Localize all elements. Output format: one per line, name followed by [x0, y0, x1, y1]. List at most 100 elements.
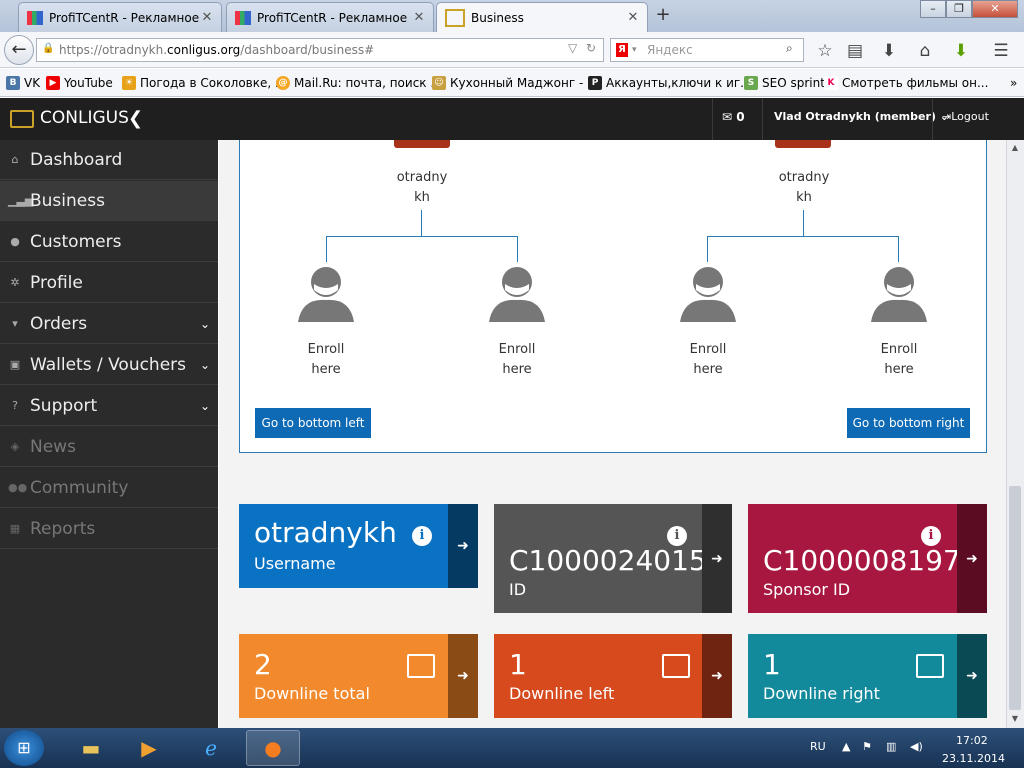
reload-icon[interactable]: ↻	[586, 41, 596, 55]
arrow-right-icon[interactable]: ➜	[448, 634, 478, 718]
language-indicator[interactable]: RU	[810, 740, 826, 753]
back-arrow-icon[interactable]: ←	[4, 35, 34, 65]
chevron-down-icon: ⌄	[199, 357, 210, 372]
maximize-window-icon[interactable]: ❐	[946, 0, 972, 18]
sidebar-item-wallets[interactable]: ▣ Wallets / Vouchers ⌄	[0, 345, 218, 385]
user-silhouette-icon[interactable]	[298, 262, 354, 322]
sidebar-item-orders[interactable]: ▾ Orders ⌄	[0, 304, 218, 344]
bookmark-mailru[interactable]: @ Mail.Ru: почта, поиск ...	[276, 74, 442, 92]
brand-name[interactable]: CONLIGUS	[40, 108, 129, 128]
bookmark-movies[interactable]: K Смотреть фильмы он...	[824, 74, 988, 92]
sidebar-item-profile[interactable]: ✲ Profile	[0, 263, 218, 303]
sponsor-id-label: Sponsor ID	[763, 580, 851, 599]
start-button[interactable]: ⊞	[4, 730, 44, 766]
browser-tab-1[interactable]: ProfiTCentR - Рекламное ... ✕	[18, 2, 222, 32]
download-helper-icon[interactable]: ⬇	[950, 40, 972, 62]
bookmark-mahjong[interactable]: ☺ Кухонный Маджонг - ...	[432, 74, 599, 92]
new-tab-icon[interactable]: +	[654, 6, 672, 24]
clock-time[interactable]: 17:02	[956, 734, 988, 747]
user-silhouette-icon[interactable]	[680, 262, 736, 322]
enroll-label[interactable]: Enroll here	[286, 340, 366, 380]
go-bottom-left-button[interactable]: Go to bottom left	[255, 408, 371, 438]
bar-chart-icon	[407, 654, 435, 678]
arrow-right-icon[interactable]: ➜	[702, 634, 732, 718]
logout-button[interactable]: ⇥Logout	[942, 110, 989, 123]
arrow-right-icon[interactable]: ➜	[957, 504, 987, 613]
tab-title: Business	[471, 10, 524, 25]
info-icon[interactable]: i	[667, 526, 687, 546]
movies-icon: K	[824, 76, 838, 90]
bookmarks-list-icon[interactable]: ▤	[844, 40, 866, 62]
sidebar-item-label: Business	[30, 190, 105, 211]
scrollbar-thumb[interactable]	[1009, 486, 1021, 710]
show-hidden-icons-icon[interactable]: ▲	[842, 740, 850, 753]
search-input[interactable]: Яндекс	[610, 38, 804, 62]
close-window-icon[interactable]: ✕	[972, 0, 1018, 18]
enroll-label[interactable]: Enroll here	[668, 340, 748, 380]
close-tab-icon[interactable]: ✕	[411, 10, 427, 25]
bookmark-weather[interactable]: ☀ Погода в Соколовке, ...	[122, 74, 286, 92]
enroll-label[interactable]: Enroll here	[477, 340, 557, 380]
messages-button[interactable]: ✉ 0	[722, 110, 745, 124]
go-bottom-right-button[interactable]: Go to bottom right	[847, 408, 970, 438]
username-tile[interactable]: otradnykh Username i ➜	[239, 504, 478, 588]
user-silhouette-icon[interactable]	[489, 262, 545, 322]
explorer-icon[interactable]: ▬	[64, 730, 118, 766]
sponsor-id-tile[interactable]: C10000081974 Sponsor ID i ➜	[748, 504, 987, 613]
arrow-right-icon[interactable]: ➜	[702, 504, 732, 613]
url-bar[interactable]: https://otradnykh.conligus.org/dashboard…	[36, 38, 604, 62]
downline-left-tile[interactable]: 1 Downline left ➜	[494, 634, 732, 718]
bookmark-seo-sprint[interactable]: S SEO sprint	[744, 74, 825, 92]
bookmark-label: Mail.Ru: почта, поиск ...	[294, 76, 442, 90]
bookmark-accounts[interactable]: P Аккаунты,ключи к иг...	[588, 74, 752, 92]
network-icon[interactable]: ▥	[886, 740, 896, 753]
search-icon[interactable]: ⌕	[786, 41, 793, 56]
scroll-up-icon[interactable]: ▲	[1009, 143, 1021, 153]
id-value: C10000240155	[509, 544, 725, 577]
internet-explorer-icon[interactable]: ℯ	[184, 730, 238, 766]
firefox-icon[interactable]: ●	[246, 730, 300, 766]
chevron-down-icon: ⌄	[199, 398, 210, 413]
user-menu[interactable]: Vlad Otradnykh (member) ⌄	[774, 110, 949, 123]
search-engine-dropdown-icon[interactable]: ▾	[632, 45, 637, 55]
sidebar-item-business[interactable]: ▁▃▅ Business	[0, 181, 218, 221]
close-tab-icon[interactable]: ✕	[625, 10, 641, 25]
browser-tab-active[interactable]: Business ✕	[436, 2, 648, 32]
id-tile[interactable]: C10000240155 ID i ➜	[494, 504, 732, 613]
downline-total-tile[interactable]: 2 Downline total ➜	[239, 634, 478, 718]
yandex-icon[interactable]: Я	[616, 43, 628, 57]
arrow-right-icon[interactable]: ➜	[448, 504, 478, 588]
bookmark-youtube[interactable]: ▶ YouTube	[46, 74, 113, 92]
info-icon[interactable]: i	[921, 526, 941, 546]
parent-avatar-left[interactable]	[394, 140, 450, 148]
sidebar-item-reports: ▦ Reports	[0, 509, 218, 549]
sidebar-item-support[interactable]: ? Support ⌄	[0, 386, 218, 426]
bookmark-vk[interactable]: B VK	[6, 74, 40, 92]
clock-date[interactable]: 23.11.2014	[942, 752, 1005, 765]
menu-icon[interactable]: ☰	[990, 40, 1012, 62]
user-silhouette-icon[interactable]	[871, 262, 927, 322]
parent-avatar-right[interactable]	[775, 140, 831, 148]
downline-right-tile[interactable]: 1 Downline right ➜	[748, 634, 987, 718]
enroll-label[interactable]: Enroll here	[859, 340, 939, 380]
arrow-right-icon[interactable]: ➜	[957, 634, 987, 718]
bookmark-star-icon[interactable]: ☆	[814, 40, 836, 62]
downline-total-value: 2	[254, 648, 272, 681]
sidebar-item-customers[interactable]: ● Customers	[0, 222, 218, 262]
bookmarks-overflow-icon[interactable]: »	[1010, 74, 1017, 92]
close-tab-icon[interactable]: ✕	[199, 10, 215, 25]
home-icon[interactable]: ⌂	[914, 40, 936, 62]
volume-icon[interactable]: ◀)	[910, 740, 923, 753]
downloads-icon[interactable]: ⬇	[878, 40, 900, 62]
signal-bars-icon: ▁▃▅	[8, 194, 34, 207]
minimize-window-icon[interactable]: –	[920, 0, 946, 18]
media-player-icon[interactable]: ▶	[122, 730, 176, 766]
flag-icon[interactable]: ⚑	[862, 740, 872, 753]
collapse-sidebar-icon[interactable]: ❮	[128, 108, 143, 129]
scroll-down-icon[interactable]: ▼	[1009, 714, 1021, 724]
info-icon[interactable]: i	[412, 526, 432, 546]
url-suffix: /dashboard/business#	[240, 43, 375, 57]
browser-tab-2[interactable]: ProfiTCentR - Рекламное ... ✕	[226, 2, 434, 32]
sidebar-item-dashboard[interactable]: ⌂ Dashboard	[0, 140, 218, 180]
dropdown-arrow-icon[interactable]: ▽	[568, 41, 577, 55]
